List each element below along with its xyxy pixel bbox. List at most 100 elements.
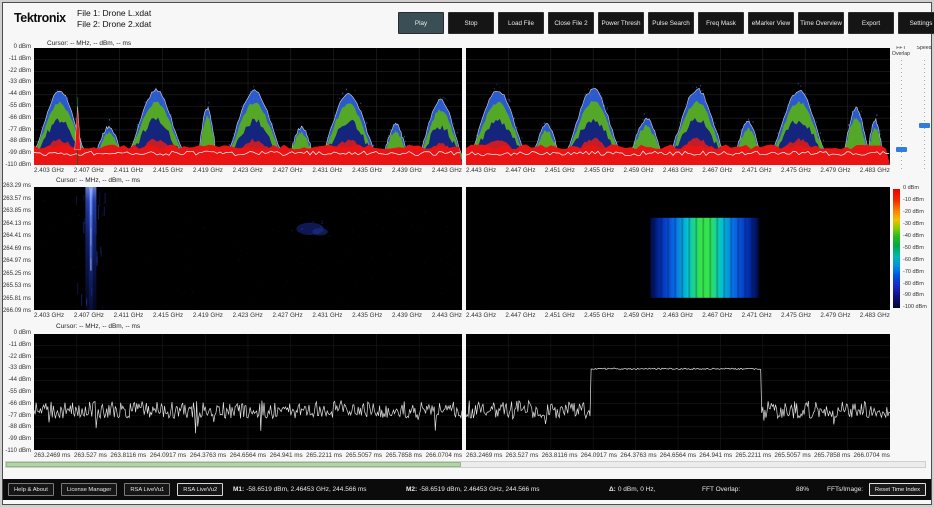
power-x-axis-file1: 263.2469 ms263.527 ms263.8116 ms264.0917… (34, 452, 462, 461)
speed-slider[interactable] (918, 60, 931, 172)
power-dbm-tick-10: -110 dBm (5, 448, 31, 454)
spectrum-x-axis-file2: 2.443 GHz2.447 GHz2.451 GHz2.455 GHz2.45… (466, 167, 890, 176)
sg-freq-tick-f2-8: 2.475 GHz (781, 312, 811, 321)
marker2-readout: M2:-58.6519 dBm, 2.46453 GHz, 244.566 ms (406, 486, 540, 493)
status-button-0[interactable]: Help & About (8, 483, 54, 496)
colorbar-tick-1: -10 dBm (903, 198, 932, 204)
spectrogram-y-axis: 263.29 ms263.57 ms263.85 ms264.13 ms264.… (2, 183, 32, 314)
sg-freq-tick-f2-2: 2.451 GHz (545, 312, 575, 321)
toolbar-button-6[interactable]: Freq Mask (698, 12, 744, 34)
freq-tick-f1-3: 2.415 GHz (153, 167, 183, 176)
freq-tick-f2-5: 2.463 GHz (663, 167, 693, 176)
colorbar-tick-3: -30 dBm (903, 222, 932, 228)
spectrogram-time-tick-4: 264.41 ms (3, 233, 31, 239)
power-time-tick-f2-9: 265.7858 ms (814, 452, 850, 461)
status-button-3[interactable]: RSA LiveVu2 (177, 483, 223, 496)
power-time-tick-f1-8: 265.5057 ms (346, 452, 382, 461)
reset-time-index-button[interactable]: Reset Time Index (869, 483, 926, 496)
power-chart-file1[interactable] (34, 334, 462, 450)
sg-freq-tick-f1-1: 2.407 GHz (74, 312, 104, 321)
colorbar-tick-9: -90 dBm (903, 293, 932, 299)
freq-tick-f1-9: 2.439 GHz (392, 167, 422, 176)
freq-tick-f2-8: 2.475 GHz (781, 167, 811, 176)
power-chart-file2[interactable] (466, 334, 890, 450)
sg-freq-tick-f2-7: 2.471 GHz (742, 312, 772, 321)
spectrum-dbm-tick-0: 0 dBm (14, 44, 31, 50)
toolbar-button-10[interactable]: Settings (898, 12, 934, 34)
toolbar-button-0[interactable]: Play (398, 12, 444, 34)
toolbar-button-3[interactable]: Close File 2 (548, 12, 594, 34)
power-time-tick-f1-0: 263.2469 ms (34, 452, 70, 461)
status-button-2[interactable]: RSA LiveVu1 (124, 483, 170, 496)
speed-slider-handle[interactable] (919, 123, 930, 128)
sg-freq-tick-f2-10: 2.483 GHz (860, 312, 890, 321)
power-time-tick-f1-10: 266.0704 ms (426, 452, 462, 461)
persistence-chart-file2[interactable] (466, 48, 890, 165)
freq-tick-f2-7: 2.471 GHz (742, 167, 772, 176)
marker2-value: -58.6519 dBm, 2.46453 GHz, 244.566 ms (419, 486, 539, 493)
freq-tick-f1-5: 2.423 GHz (233, 167, 263, 176)
delta-readout: Δ:0 dBm, 0 Hz, (609, 486, 655, 493)
sg-freq-tick-f1-4: 2.419 GHz (193, 312, 223, 321)
sg-freq-tick-f1-3: 2.415 GHz (153, 312, 183, 321)
time-scrollbar-thumb[interactable] (6, 462, 461, 467)
spectrogram-chart-file1[interactable] (34, 187, 462, 310)
toolbar-button-7[interactable]: eMarker View (748, 12, 794, 34)
fft-overlap-speed-sliders: FFT Overlap Speed (890, 46, 932, 182)
power-time-tick-f1-3: 264.0917 ms (150, 452, 186, 461)
spectrum-y-axis: 0 dBm-11 dBm-22 dBm-33 dBm-44 dBm-55 dBm… (2, 44, 32, 168)
sg-freq-tick-f1-8: 2.435 GHz (352, 312, 382, 321)
spectrogram-time-tick-3: 264.13 ms (3, 221, 31, 227)
freq-tick-f2-4: 2.459 GHz (624, 167, 654, 176)
spectrum-dbm-tick-5: -55 dBm (8, 103, 31, 109)
fft-overlap-slider-handle[interactable] (896, 147, 907, 152)
status-button-1[interactable]: License Manager (61, 483, 117, 496)
spectrogram-time-tick-9: 265.81 ms (3, 296, 31, 302)
colorbar-tick-2: -20 dBm (903, 210, 932, 216)
power-time-tick-f2-8: 265.5057 ms (774, 452, 810, 461)
sg-freq-tick-f1-9: 2.439 GHz (392, 312, 422, 321)
fft-overlap-status-label: FFT Overlap: (702, 486, 740, 493)
freq-tick-f1-0: 2.403 GHz (34, 167, 64, 176)
spectrum-dbm-tick-6: -66 dBm (8, 115, 31, 121)
power-dbm-tick-1: -11 dBm (9, 342, 31, 348)
fft-overlap-slider-label: FFT Overlap (890, 46, 912, 58)
spectrum-dbm-tick-4: -44 dBm (8, 91, 31, 97)
power-time-tick-f2-7: 265.2211 ms (735, 452, 771, 461)
toolbar-button-2[interactable]: Load File (498, 12, 544, 34)
spectrogram-time-tick-7: 265.25 ms (3, 271, 31, 277)
power-dbm-tick-8: -88 dBm (8, 424, 31, 430)
power-x-axis-file2: 263.2469 ms263.527 ms263.8116 ms264.0917… (466, 452, 890, 461)
spectrogram-x-axis-file1: 2.403 GHz2.407 GHz2.411 GHz2.415 GHz2.41… (34, 312, 462, 321)
power-dbm-tick-4: -44 dBm (8, 377, 31, 383)
sg-freq-tick-f2-3: 2.455 GHz (584, 312, 614, 321)
sg-freq-tick-f1-2: 2.411 GHz (114, 312, 144, 321)
spectrum-dbm-tick-1: -11 dBm (9, 56, 31, 62)
toolbar: PlayStopLoad FileClose File 2Power Thres… (398, 12, 934, 34)
toolbar-button-5[interactable]: Pulse Search (648, 12, 694, 34)
power-dbm-tick-0: 0 dBm (14, 330, 31, 336)
time-scrollbar[interactable] (5, 461, 926, 468)
persistence-chart-file1[interactable] (34, 48, 462, 165)
freq-tick-f2-9: 2.479 GHz (820, 167, 850, 176)
status-bar: Help & About License Manager RSA LiveVu1 RS… (3, 479, 931, 500)
status-buttons: Help & About License Manager RSA LiveVu1 RS… (8, 483, 223, 496)
fft-overlap-slider[interactable] (895, 60, 908, 172)
delta-label: Δ: (609, 486, 616, 493)
sg-freq-tick-f2-9: 2.479 GHz (820, 312, 850, 321)
sg-freq-tick-f1-6: 2.427 GHz (273, 312, 303, 321)
freq-tick-f1-1: 2.407 GHz (74, 167, 104, 176)
spectrogram-time-tick-2: 263.85 ms (3, 208, 31, 214)
tektronix-logo: Tektronix (14, 11, 66, 25)
freq-tick-f1-4: 2.419 GHz (193, 167, 223, 176)
toolbar-button-8[interactable]: Time Overview (798, 12, 844, 34)
spectrogram-time-tick-8: 265.53 ms (3, 283, 31, 289)
cursor-readout-spectrogram: Cursor: -- MHz, -- dBm, -- ms (56, 177, 140, 184)
toolbar-button-4[interactable]: Power Thresh (598, 12, 644, 34)
toolbar-button-9[interactable]: Export (848, 12, 894, 34)
sg-freq-tick-f2-5: 2.463 GHz (663, 312, 693, 321)
spectrogram-time-tick-5: 264.69 ms (3, 246, 31, 252)
toolbar-button-1[interactable]: Stop (448, 12, 494, 34)
spectrogram-chart-file2[interactable] (466, 187, 890, 310)
ffts-per-image-label: FFTs/Image: (827, 486, 863, 493)
